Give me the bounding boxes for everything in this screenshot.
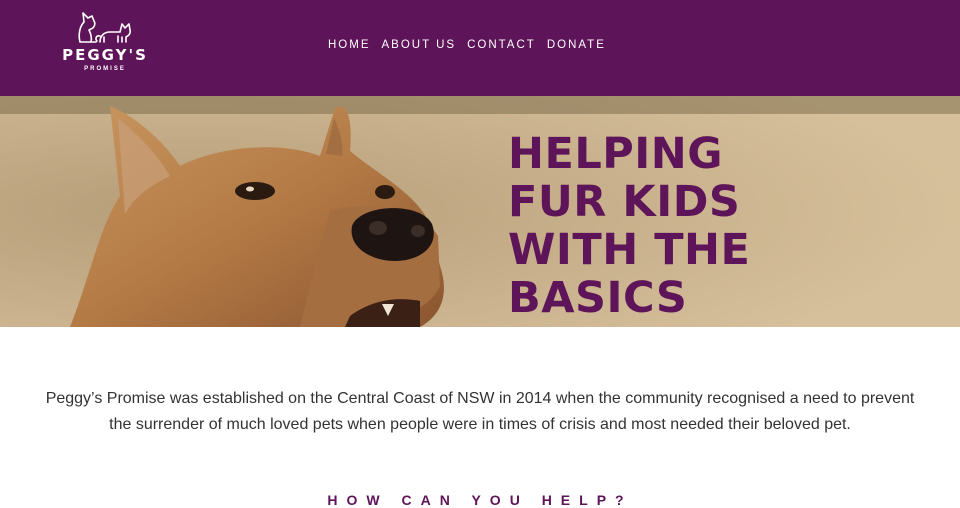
nav-item-home[interactable]: HOME [328, 39, 371, 51]
site-header: PEGGY'S PROMISE HOME ABOUT US CONTACT DO… [0, 0, 960, 96]
nav-item-donate[interactable]: DONATE [547, 39, 606, 51]
hero-heading-line: HELPING [508, 129, 724, 179]
how-can-you-help-heading: HOW CAN YOU HELP? [327, 492, 633, 508]
nav-item-about-us[interactable]: ABOUT US [382, 39, 457, 51]
nav-item-contact[interactable]: CONTACT [467, 39, 536, 51]
logo-name: PEGGY'S [62, 46, 148, 64]
site-logo[interactable]: PEGGY'S PROMISE [62, 10, 152, 74]
main-nav: HOME ABOUT US CONTACT DONATE [328, 39, 606, 51]
hero-banner: HELPING FUR KIDS WITH THE BASICS [0, 96, 960, 327]
hero-heading-line: BASICS [508, 273, 688, 323]
dog-and-cat-icon [78, 12, 131, 43]
intro-paragraph: Peggy’s Promise was established on the C… [45, 390, 915, 433]
logo-subtitle: PROMISE [84, 66, 126, 72]
hero-heading-line: WITH THE [508, 225, 751, 275]
dog-photo [0, 96, 960, 327]
hero-heading: HELPING FUR KIDS WITH THE BASICS [508, 130, 808, 322]
hero-heading-line: FUR KIDS [508, 177, 741, 227]
